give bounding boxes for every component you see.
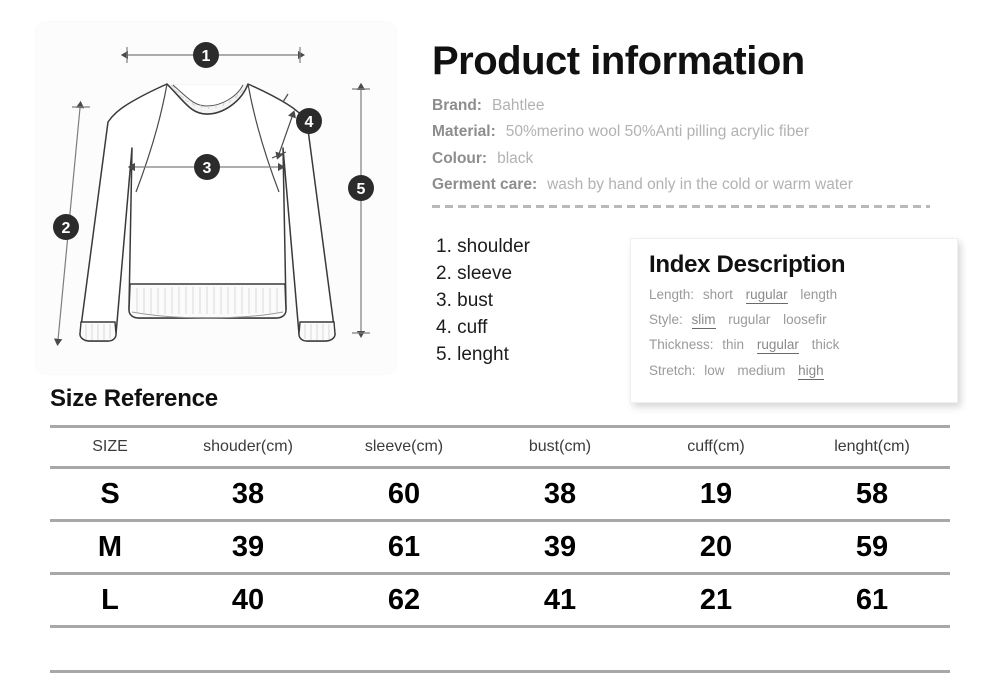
cell-size: S (50, 467, 170, 522)
product-overview-section: 1 2 3 4 5 Product information Brand: Bah… (0, 0, 994, 403)
index-row-style: Style: slim rugular loosefir (649, 312, 939, 330)
marker-3: 3 (194, 154, 220, 180)
index-row-length: Length: short rugular length (649, 287, 939, 304)
size-reference-table: SIZE shouder(cm) sleeve(cm) bust(cm) cuf… (50, 425, 950, 673)
cell-shoulder: 38 (170, 467, 326, 522)
cell-sleeve (326, 626, 482, 673)
hem-ribbing (128, 283, 287, 319)
legend-item-bust: 3. bust (436, 289, 494, 311)
column-header-sleeve: sleeve(cm) (326, 425, 482, 469)
cell-bust: 39 (482, 520, 638, 575)
cell-sleeve: 61 (326, 520, 482, 575)
column-header-size: SIZE (50, 425, 170, 469)
spec-label-brand: Brand: (432, 97, 482, 114)
legend-item-lenght: 5. lenght (436, 343, 509, 365)
cell-sleeve: 62 (326, 573, 482, 628)
left-cuff-ribbing (79, 321, 117, 342)
index-row-stretch: Stretch: low medium high (649, 362, 939, 380)
index-option-length-length[interactable]: length (800, 287, 837, 302)
product-title: Product information (432, 39, 805, 83)
index-option-stretch-low[interactable]: low (704, 363, 724, 378)
spec-row-germent-care: Germent care: wash by hand only in the c… (432, 175, 954, 194)
cell-bust: 38 (482, 467, 638, 522)
marker-1: 1 (193, 42, 219, 68)
index-description-title: Index Description (649, 251, 846, 278)
spec-row-colour: Colour: black (432, 149, 954, 168)
dimension-line-length (352, 82, 370, 338)
svg-text:5: 5 (357, 181, 366, 198)
legend-item-cuff: 4. cuff (436, 316, 488, 338)
index-option-style-rugular[interactable]: rugular (728, 312, 770, 327)
table-header-row: SIZE shouder(cm) sleeve(cm) bust(cm) cuf… (50, 425, 950, 469)
column-header-cuff: cuff(cm) (638, 425, 794, 469)
legend-item-sleeve: 2. sleeve (436, 262, 513, 284)
svg-text:3: 3 (203, 160, 212, 177)
dashed-separator (432, 204, 930, 208)
cell-size: L (50, 573, 170, 628)
marker-2: 2 (53, 214, 79, 240)
index-option-thickness-thin[interactable]: thin (722, 337, 744, 352)
column-header-lenght: lenght(cm) (794, 425, 950, 469)
index-option-stretch-medium[interactable]: medium (737, 363, 785, 378)
cell-shoulder: 39 (170, 520, 326, 575)
cell-cuff: 20 (638, 520, 794, 575)
spec-label-material: Material: (432, 123, 496, 141)
table-row: L 40 62 41 21 61 (50, 573, 950, 628)
cell-size: M (50, 520, 170, 575)
cell-lenght: 59 (794, 520, 950, 575)
index-option-thickness-rugular[interactable]: rugular (756, 337, 799, 355)
right-cuff-ribbing (298, 321, 336, 342)
table-row: S 38 60 38 19 58 (50, 467, 950, 522)
spec-value-colour: black (497, 149, 534, 167)
index-label-thickness: Thickness: (649, 337, 714, 353)
index-option-stretch-high[interactable]: high (798, 362, 824, 380)
sweater-diagram-svg: 1 2 3 4 5 (53, 42, 374, 346)
index-label-length: Length: (649, 287, 695, 302)
index-label-stretch: Stretch: (649, 362, 696, 378)
column-header-shoulder: shouder(cm) (170, 425, 326, 469)
legend-item-shoulder: 1. shoulder (436, 236, 531, 257)
svg-text:4: 4 (305, 114, 314, 131)
cell-cuff: 21 (638, 573, 794, 628)
cell-lenght: 61 (794, 573, 950, 628)
table-row (50, 626, 950, 673)
index-option-thickness-thick[interactable]: thick (812, 337, 840, 352)
marker-4: 4 (296, 108, 322, 134)
table-row: M 39 61 39 20 59 (50, 520, 950, 575)
index-description-card: Index Description Length: short rugular … (630, 238, 958, 403)
index-row-thickness: Thickness: thin rugular thick (649, 337, 939, 355)
index-option-style-slim[interactable]: slim (691, 312, 716, 330)
cell-lenght: 58 (794, 467, 950, 522)
svg-text:2: 2 (62, 220, 71, 237)
column-header-bust: bust(cm) (482, 425, 638, 469)
size-reference-heading: Size Reference (50, 385, 218, 412)
index-option-length-short[interactable]: short (703, 287, 733, 302)
measurement-legend: 1. shoulder 2. sleeve 3. bust 4. cuff 5.… (436, 234, 616, 369)
spec-label-germent-care: Germent care: (432, 176, 538, 194)
spec-value-brand: Bahtlee (491, 97, 545, 114)
cell-size (50, 626, 170, 673)
cell-sleeve: 60 (326, 467, 482, 522)
cell-cuff (638, 626, 794, 673)
spec-value-germent-care: wash by hand only in the cold or warm wa… (547, 176, 853, 194)
spec-value-material: 50%merino wool 50%Anti pilling acrylic f… (505, 123, 809, 141)
product-information-block: Product information Brand: Bahtlee Mater… (432, 40, 954, 208)
index-option-length-rugular[interactable]: rugular (745, 287, 788, 304)
index-label-style: Style: (649, 312, 683, 328)
cell-lenght (794, 626, 950, 673)
spec-row-material: Material: 50%merino wool 50%Anti pilling… (432, 122, 954, 141)
spec-row-brand: Brand: Bahtlee (432, 96, 954, 115)
cell-cuff: 19 (638, 467, 794, 522)
spec-label-colour: Colour: (432, 149, 488, 167)
cell-bust (482, 626, 638, 673)
garment-diagram-panel: 1 2 3 4 5 (36, 22, 396, 374)
marker-5: 5 (348, 175, 374, 201)
svg-text:1: 1 (202, 48, 211, 65)
cell-shoulder: 40 (170, 573, 326, 628)
index-option-style-loosefir[interactable]: loosefir (783, 312, 827, 327)
cell-bust: 41 (482, 573, 638, 628)
cell-shoulder (170, 626, 326, 673)
